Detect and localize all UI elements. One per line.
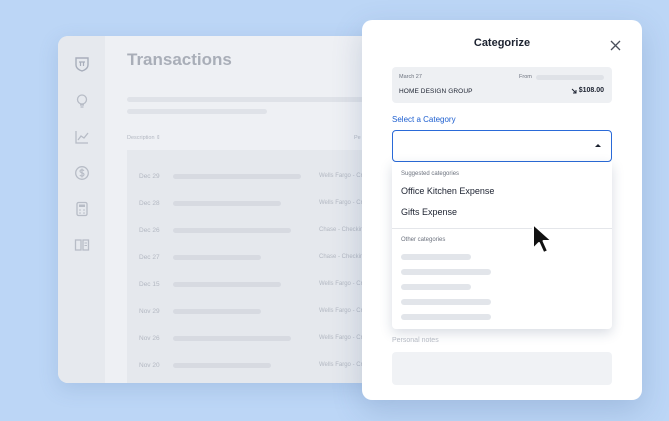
table-row[interactable]: Nov 20 Wells Fargo - Cre xyxy=(127,360,388,372)
row-date: Dec 26 xyxy=(139,227,160,234)
calculator-icon[interactable] xyxy=(74,201,90,217)
lightbulb-icon[interactable] xyxy=(74,93,90,109)
book-icon[interactable] xyxy=(74,237,90,253)
table-row[interactable]: Dec 29 Wells Fargo - Cre xyxy=(127,171,388,183)
table-row[interactable]: Dec 27 Chase - Checkin xyxy=(127,252,388,264)
table-row[interactable]: Nov 29 Wells Fargo - Cre xyxy=(127,306,388,318)
option-skeleton[interactable] xyxy=(401,269,491,275)
row-description-skeleton xyxy=(173,201,281,206)
skeleton-line xyxy=(127,109,267,114)
from-value-skeleton xyxy=(536,75,604,80)
caret-up-icon[interactable] xyxy=(595,144,601,147)
row-description-skeleton xyxy=(173,174,301,179)
row-date: Dec 29 xyxy=(139,173,160,180)
arrow-down-right-icon xyxy=(571,88,577,93)
suggested-categories-header: Suggested categories xyxy=(401,171,460,177)
merchant-name: HOME DESIGN GROUP xyxy=(399,88,473,95)
sidebar xyxy=(58,36,105,383)
table-row[interactable]: Dec 26 Chase - Checkin xyxy=(127,225,388,237)
row-description-skeleton xyxy=(173,309,261,314)
dialog-title: Categorize xyxy=(473,37,531,49)
transactions-table: Dec 29 Wells Fargo - Cre Dec 28 Wells Fa… xyxy=(127,150,388,383)
option-office-kitchen-expense[interactable]: Office Kitchen Expense xyxy=(401,186,494,196)
page-title: Transactions xyxy=(127,50,232,69)
table-row[interactable]: Nov 26 Wells Fargo - Cre xyxy=(127,333,388,345)
skeleton-line xyxy=(127,97,367,102)
row-description-skeleton xyxy=(173,282,281,287)
chart-line-icon[interactable] xyxy=(74,129,90,145)
option-skeleton[interactable] xyxy=(401,254,471,260)
option-skeleton[interactable] xyxy=(401,299,491,305)
row-bank: Wells Fargo - Cre xyxy=(319,362,366,368)
close-icon xyxy=(610,40,621,51)
categorize-dialog: Categorize March 27 From HOME DESIGN GRO… xyxy=(362,20,642,400)
table-row[interactable]: Dec 15 Wells Fargo - Cre xyxy=(127,279,388,291)
transaction-amount: $108.00 xyxy=(571,87,604,94)
mouse-pointer-icon xyxy=(532,223,553,254)
row-date: Nov 20 xyxy=(139,362,160,369)
row-date: Nov 26 xyxy=(139,335,160,342)
row-date: Dec 27 xyxy=(139,254,160,261)
category-select[interactable] xyxy=(392,130,612,162)
row-bank: Wells Fargo - Cre xyxy=(319,308,366,314)
select-category-label: Select a Category xyxy=(392,115,456,124)
option-skeleton[interactable] xyxy=(401,314,491,320)
from-label: From xyxy=(519,74,532,80)
close-button[interactable] xyxy=(610,40,621,51)
other-categories-header: Other categories xyxy=(401,237,446,243)
option-gifts-expense[interactable]: Gifts Expense xyxy=(401,207,457,217)
row-bank: Wells Fargo - Cre xyxy=(319,281,366,287)
table-row[interactable]: Dec 28 Wells Fargo - Cre xyxy=(127,198,388,210)
option-skeleton[interactable] xyxy=(401,284,471,290)
personal-notes-input[interactable] xyxy=(392,352,612,385)
row-description-skeleton xyxy=(173,363,271,368)
row-bank: Wells Fargo - Cre xyxy=(319,335,366,341)
dollar-icon[interactable] xyxy=(74,165,90,181)
logo-icon[interactable] xyxy=(74,56,90,72)
row-bank: Chase - Checkin xyxy=(319,254,364,260)
row-date: Dec 28 xyxy=(139,200,160,207)
row-description-skeleton xyxy=(173,336,291,341)
row-date: Nov 29 xyxy=(139,308,160,315)
transactions-window: Transactions Description ⇕ Pe Dec 29 Wel… xyxy=(58,36,388,383)
column-header-description[interactable]: Description ⇕ xyxy=(127,135,161,141)
row-bank: Wells Fargo - Cre xyxy=(319,173,366,179)
transactions-main: Transactions Description ⇕ Pe Dec 29 Wel… xyxy=(105,36,388,383)
transaction-summary-card: March 27 From HOME DESIGN GROUP $108.00 xyxy=(392,67,612,103)
row-description-skeleton xyxy=(173,228,291,233)
row-date: Dec 15 xyxy=(139,281,160,288)
amount-value: $108.00 xyxy=(578,87,604,94)
row-description-skeleton xyxy=(173,255,261,260)
column-header-other[interactable]: Pe xyxy=(354,135,361,141)
row-bank: Chase - Checkin xyxy=(319,227,364,233)
row-bank: Wells Fargo - Cre xyxy=(319,200,366,206)
transaction-date: March 27 xyxy=(399,74,422,80)
dropdown-divider xyxy=(392,228,612,229)
category-dropdown: Suggested categories Office Kitchen Expe… xyxy=(392,162,612,329)
personal-notes-label: Personal notes xyxy=(392,337,439,344)
